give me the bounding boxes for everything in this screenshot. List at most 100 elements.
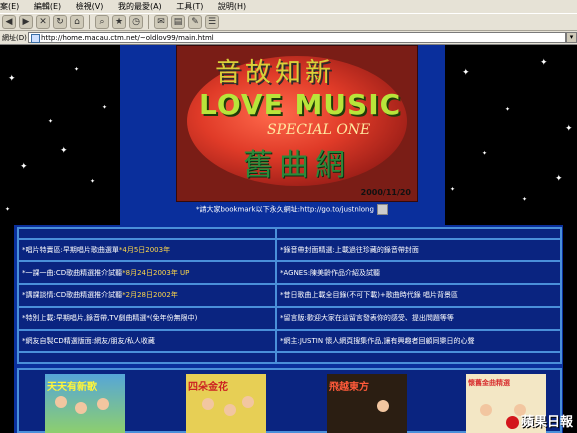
star-icon: ✦ — [540, 58, 548, 68]
home-icon[interactable]: ⌂ — [70, 15, 84, 29]
nav-cell[interactable]: *唱片特賣區:早期唱片歌曲選單*4月5日2003年 — [17, 237, 277, 263]
nav-link[interactable]: AGNES — [283, 269, 307, 277]
nav-link[interactable]: 留言版 — [283, 314, 304, 322]
favorites-icon[interactable]: ★ — [112, 15, 126, 29]
banner-title-en: LOVE MUSIC — [199, 88, 402, 121]
person-icon — [242, 396, 254, 408]
album-title: 四朵金花 — [188, 382, 228, 393]
nav-note: :上載過往珍藏的錄音帶封面 — [332, 246, 419, 255]
menu-edit[interactable]: 編輯(E) — [34, 2, 61, 11]
address-bar: 網址(D) http://home.macau.ctm.net/~oldlov9… — [0, 31, 577, 45]
search-icon[interactable]: ⌕ — [95, 15, 109, 29]
nav-link[interactable]: 錄音帶封面精選 — [283, 246, 332, 254]
nav-link[interactable]: 唱片特賣區 — [26, 246, 61, 254]
nav-note: :網友/朋友/私人收藏 — [91, 336, 155, 345]
nav-date: *2月28日2002年 — [122, 291, 178, 300]
bookmark-text: *請大家bookmark以下永久網址:http://go.to/justnlon… — [196, 205, 374, 214]
nav-link[interactable]: 網友自製CD精選版面 — [26, 337, 92, 345]
star-icon: ✦ — [102, 104, 108, 111]
nav-cell[interactable]: *錄音帶封面精選:上載過往珍藏的錄音帶封面 — [274, 237, 563, 263]
album-title: 飛越東方 — [329, 382, 369, 393]
star-icon: ✦ — [5, 206, 11, 213]
nav-note: :CD歌曲精選推介試聽 — [53, 291, 123, 300]
apple-logo-icon — [505, 416, 519, 429]
banner-title-cn: 音故知新 — [215, 58, 336, 88]
refresh-icon[interactable]: ↻ — [53, 15, 67, 29]
table-spacer — [274, 351, 563, 364]
person-icon — [55, 396, 67, 408]
address-input[interactable]: http://home.macau.ctm.net/~oldlov99/main… — [28, 32, 566, 43]
nav-date: *4月5日2003年 — [118, 246, 171, 255]
nav-cell[interactable]: *網友自製CD精選版面:網友/朋友/私人收藏 — [17, 328, 277, 354]
person-icon — [224, 404, 236, 416]
nav-link[interactable]: 講課談情 — [26, 291, 54, 299]
nav-cell[interactable]: *一課一曲:CD歌曲精選推介試聽*8月24日2003年 UP — [17, 260, 277, 286]
table-spacer — [17, 227, 277, 240]
album-strip: 天天有新歌 四朵金花 飛越東方 懷舊金曲精選 — [17, 368, 562, 433]
nav-link[interactable]: 網主 — [283, 337, 297, 345]
star-icon: ✦ — [60, 146, 68, 156]
edit-icon[interactable]: ✎ — [188, 15, 202, 29]
nav-note: :CD歌曲精選推介試聽 — [53, 268, 123, 277]
star-icon: ✦ — [522, 196, 528, 203]
nav-cell[interactable]: *特別上載:早期唱片,錄音帶,TV劇曲精選*(免年份無限中) — [17, 305, 277, 331]
toolbar-divider — [148, 15, 149, 29]
bookmark-notice: *請大家bookmark以下永久網址:http://go.to/justnlon… — [196, 204, 388, 215]
table-row: *一課一曲:CD歌曲精選推介試聽*8月24日2003年 UP *AGNES:陳美齡… — [17, 260, 563, 286]
nav-link[interactable]: 昔日歌曲上載全目錄 — [283, 291, 346, 299]
nav-cell[interactable]: *網主:JUSTIN 懷人網頁搜集作品,讓有興趣者回顧同樂日的心聲 — [274, 328, 563, 354]
table-spacer — [17, 351, 277, 364]
watermark-text: 蘋果日報 — [520, 415, 573, 430]
nav-cell[interactable]: *AGNES:陳美齡作品介紹及試聽 — [274, 260, 563, 286]
star-icon: ✦ — [90, 178, 96, 185]
star-icon: ✦ — [450, 186, 456, 193]
album-cover[interactable]: 飛越東方 — [327, 374, 407, 433]
forward-icon[interactable]: ▶ — [19, 15, 33, 29]
person-icon — [97, 398, 109, 410]
menu-favorites[interactable]: 我的最愛(A) — [118, 2, 162, 11]
nav-date: *8月24日2003年 UP — [122, 268, 190, 277]
address-dropdown-icon[interactable]: ▾ — [566, 32, 577, 43]
menu-file[interactable]: 案(E) — [0, 2, 19, 11]
nav-note: :早期唱片歌曲選單 — [60, 246, 119, 255]
menu-tools[interactable]: 工具(T) — [176, 2, 203, 11]
bookmark-icon[interactable] — [376, 204, 388, 215]
star-icon: ✦ — [48, 118, 54, 125]
menu-view[interactable]: 檢視(V) — [76, 2, 104, 11]
page-viewport: ✦ ✦ ✦ ✦ ✦ ✦ ✦ ✦ ✦ ✦ ✦ ✦ ✦ ✦ ✦ ✦ 音故知新 LOV… — [0, 45, 577, 433]
address-label: 網址(D) — [2, 33, 27, 42]
nav-cell[interactable]: *昔日歌曲上載全目錄(不可下載)+歌曲時代錄 唱片背景區 — [274, 283, 563, 308]
table-row: *網友自製CD精選版面:網友/朋友/私人收藏 *網主:JUSTIN 懷人網頁搜集作… — [17, 328, 563, 354]
nav-link[interactable]: 一課一曲 — [26, 269, 54, 277]
toolbar-divider — [89, 15, 90, 29]
discuss-icon[interactable]: ☰ — [205, 15, 219, 29]
print-icon[interactable]: ▤ — [171, 15, 185, 29]
banner-subtitle: SPECIAL ONE — [267, 122, 371, 138]
person-icon — [480, 404, 492, 416]
album-cover[interactable]: 四朵金花 — [186, 374, 266, 433]
nav-cell[interactable]: *留言版:歡迎大家在這留言發表你的感受、提出問題等等 — [274, 305, 563, 331]
album-title: 懷舊金曲精選 — [468, 379, 510, 387]
menu-bar: 案(E) 編輯(E) 檢視(V) 我的最愛(A) 工具(T) 說明(H) — [0, 0, 577, 13]
star-icon: ✦ — [8, 74, 16, 84]
star-icon: ✦ — [462, 68, 470, 78]
nav-link[interactable]: 特別上載 — [26, 314, 54, 322]
banner-site-name: 舊曲網 — [243, 148, 351, 183]
album-cover[interactable]: 天天有新歌 — [45, 374, 125, 433]
star-icon: ✦ — [482, 150, 488, 157]
back-icon[interactable]: ◀ — [2, 15, 16, 29]
site-banner: 音故知新 LOVE MUSIC SPECIAL ONE 舊曲網 2000/11/… — [176, 45, 418, 202]
album-title: 天天有新歌 — [47, 382, 97, 393]
star-icon: ✦ — [565, 124, 573, 134]
nav-cell[interactable]: *講課談情:CD歌曲精選推介試聽*2月28日2002年 — [17, 283, 277, 308]
stop-icon[interactable]: ✕ — [36, 15, 50, 29]
table-spacer — [274, 227, 563, 240]
person-icon — [75, 402, 87, 414]
menu-help[interactable]: 說明(H) — [218, 2, 246, 11]
nav-table: *唱片特賣區:早期唱片歌曲選單*4月5日2003年 *錄音帶封面精選:上載過往珍藏… — [17, 227, 563, 364]
person-icon — [202, 398, 214, 410]
mail-icon[interactable]: ✉ — [154, 15, 168, 29]
person-icon — [377, 400, 389, 412]
page-icon — [31, 34, 40, 43]
history-icon[interactable]: ◷ — [129, 15, 143, 29]
